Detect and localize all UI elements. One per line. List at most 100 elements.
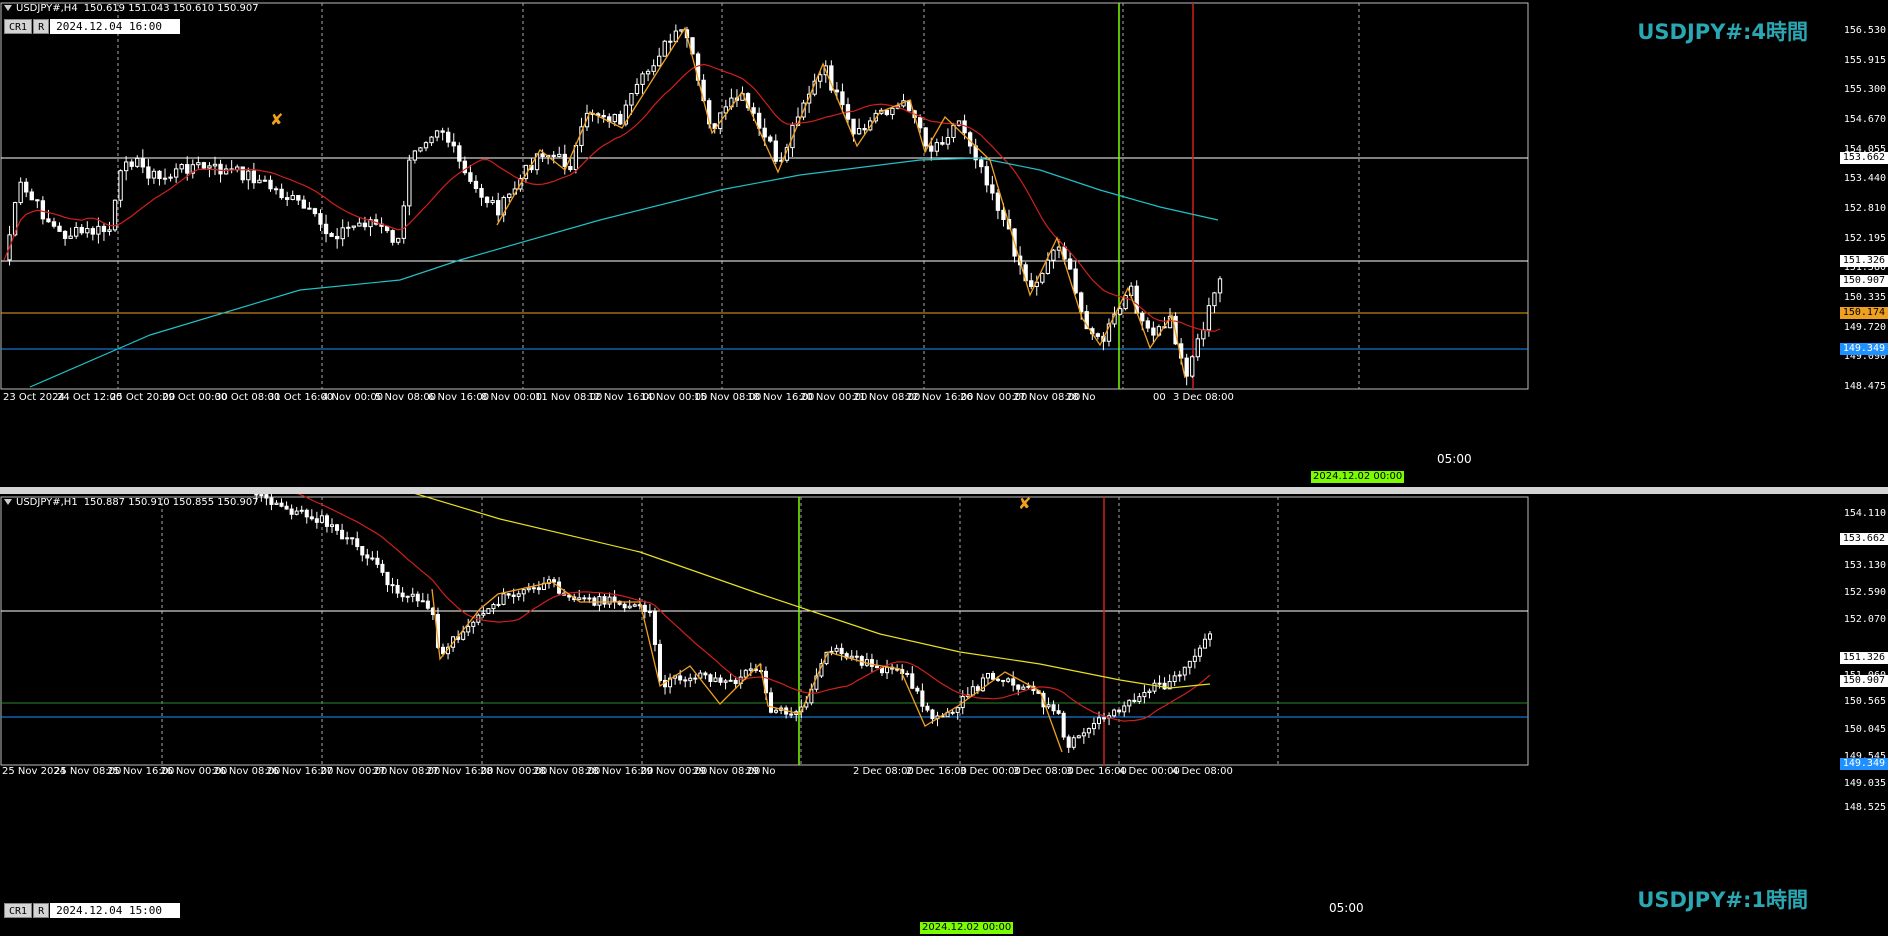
candle-body [723,680,728,683]
candle-body [951,124,956,138]
candle-body [179,164,184,170]
h1-time-mark: 05:00 [1329,901,1364,915]
h4-chart-pane[interactable]: USDJPY#,H4 150.619 151.043 150.610 150.90… [0,0,1888,487]
r-button[interactable]: R [33,19,50,34]
candle-body [1182,666,1187,676]
time-tick-label: 3 Dec 08:00 [1173,392,1234,403]
h4-cursor-control[interactable]: CR1 R 2024.12.04 16:00 [4,19,181,34]
candle-body [129,161,134,167]
candle-body [869,659,874,667]
pane-separator[interactable] [0,487,1888,494]
candle-body [309,516,314,520]
price-tick-label: 155.915 [1843,54,1886,66]
candle-body [1177,674,1182,677]
candle-body [57,225,62,232]
candle-body [601,114,606,118]
candle-body [285,197,290,200]
candle-body [360,546,365,556]
collapse-triangle-icon[interactable] [4,499,12,505]
ma-fast-line [3,63,1221,332]
candle-body [351,225,356,228]
candle-body [856,128,862,135]
candle-body [146,166,151,179]
candle-body [446,131,451,143]
candle-body [834,647,839,652]
h1-symbol: USDJPY#,H1 [16,497,78,508]
candle-body [612,113,617,123]
price-tick-label: 149.720 [1843,321,1886,333]
candle-body [1157,682,1162,685]
r-button[interactable]: R [33,903,50,918]
candle-body [484,196,490,204]
candle-body [1190,356,1195,377]
candle-body [312,208,318,215]
candle-body [1112,709,1117,717]
candle-body [1096,717,1102,725]
h1-chart-canvas[interactable] [0,494,1888,936]
candle-body [304,509,309,518]
candle-body [62,230,68,239]
h4-symbol-header: USDJPY#,H4 150.619 151.043 150.610 150.90… [4,3,265,14]
candle-body [345,537,350,540]
candle-body [140,157,145,168]
price-tick-label: 155.300 [1843,84,1886,96]
price-tick-label: 150.045 [1843,724,1886,735]
candle-body [289,508,294,515]
h1-time-tag: 2024.12.02 00:00 [920,922,1014,934]
candle-body [762,127,767,138]
price-tick-label: 150.335 [1843,292,1886,303]
price-tick-label: 154.110 [1843,508,1886,519]
candle-body [612,596,617,602]
candle-body [645,70,651,75]
h4-datetime-field[interactable]: 2024.12.04 16:00 [50,19,181,34]
candle-body [101,225,107,232]
candle-body [751,107,756,114]
candle-body [629,93,634,106]
price-level-tag: 149.349 [1839,758,1888,770]
candle-body [168,176,173,179]
price-tick-label: 152.810 [1843,203,1886,214]
candle-body [400,592,405,598]
candle-body [1187,660,1192,668]
candle-body [218,163,223,175]
crosshair-tool-icon[interactable]: ✘ [270,110,283,129]
candle-body [884,109,890,116]
candle-body [324,515,329,527]
cr1-button[interactable]: CR1 [4,19,33,34]
h1-cursor-control[interactable]: CR1 R 2024.12.04 15:00 [4,903,181,918]
cr1-button[interactable]: CR1 [4,903,33,918]
candle-body [212,163,218,167]
candle-body [890,107,895,116]
candle-body [839,647,844,655]
candle-body [1132,699,1137,703]
candle-body [471,621,476,627]
candle-body [1151,327,1156,336]
price-tick-label: 152.590 [1843,587,1886,598]
candle-body [925,705,930,711]
time-tick-label: 2 Dec 08:00 [853,766,914,777]
time-tick-label: 28 No [1066,392,1096,403]
candle-body [577,597,582,601]
candle-body [1142,692,1147,698]
time-tick-label: 3 Dec 00:00 [960,766,1021,777]
candle-body [1197,647,1202,657]
collapse-triangle-icon[interactable] [4,5,12,11]
h1-chart-pane[interactable]: USDJPY#,H1 150.887 150.910 150.855 150.90… [0,494,1888,936]
candle-body [407,159,412,207]
crosshair-tool-icon[interactable]: ✘ [1018,494,1031,513]
candle-body [531,587,536,590]
candle-body [296,195,301,201]
candle-body [1026,685,1031,688]
candle-body [728,679,733,682]
candle-body [851,118,856,135]
candle-body [990,184,995,194]
candle-body [657,643,662,681]
candle-body [516,593,521,597]
candle-body [415,593,420,602]
candle-body [910,673,915,689]
candle-body [418,147,423,152]
h4-chart-canvas[interactable] [0,0,1888,487]
h1-datetime-field[interactable]: 2024.12.04 15:00 [50,903,181,918]
candle-body [768,136,773,142]
candle-body [1011,678,1016,686]
